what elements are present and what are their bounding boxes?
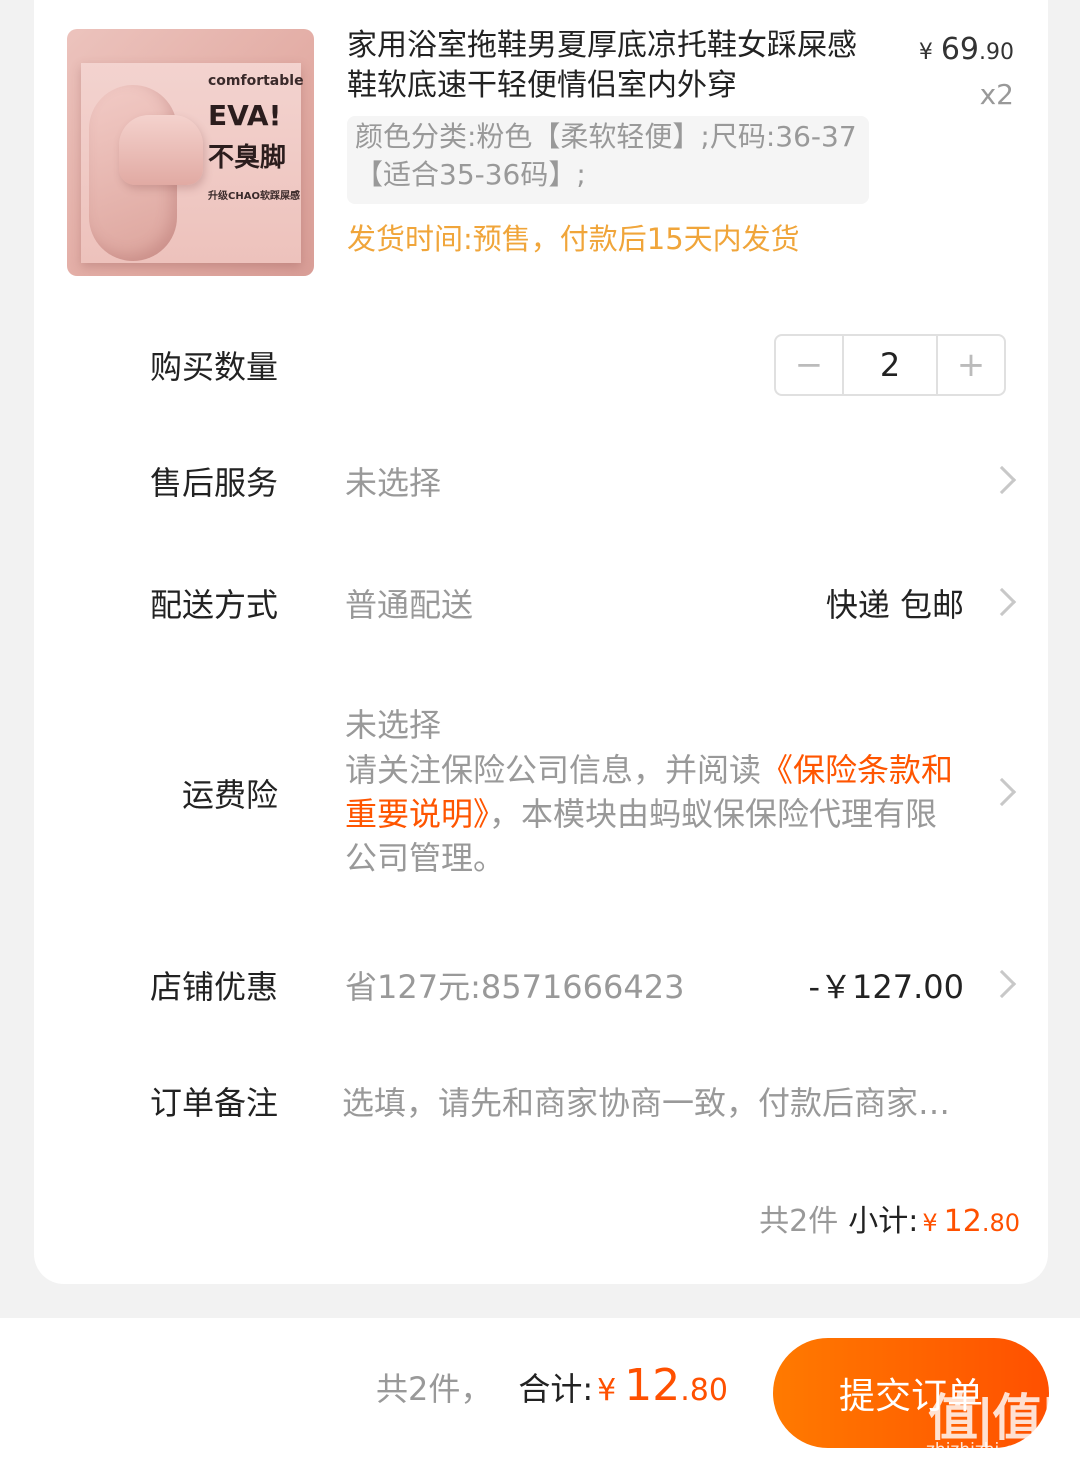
product-image[interactable]: comfortable EVA! 不臭脚 升级CHAO软踩屎感: [67, 29, 314, 276]
slipper-strap-graphic: [119, 115, 203, 185]
subtotal-count: 共2件: [759, 1204, 839, 1239]
total-label: 合计:: [518, 1370, 594, 1408]
shop-discount-label: 店铺优惠: [149, 968, 278, 1006]
delivery-value: 普通配送: [345, 586, 474, 624]
ship-time-notice: 发货时间:预售，付款后15天内发货: [347, 222, 800, 256]
insurance-notice: 请关注保险公司信息，并阅读《保险条款和重要说明》，本模块由蚂蚁保保险代理有限公司…: [345, 748, 965, 880]
price-currency: ¥: [918, 40, 933, 65]
after-sales-label: 售后服务: [149, 464, 278, 502]
product-price: ¥69.90: [919, 32, 1014, 67]
order-total: 共2件， 合计: ¥12.80: [376, 1360, 728, 1411]
decrement-button[interactable]: −: [776, 336, 842, 394]
total-integer: 12: [624, 1360, 681, 1411]
quantity-value[interactable]: 2: [842, 336, 938, 394]
image-text-eva: EVA!: [208, 99, 282, 132]
image-text-slogan: 不臭脚: [208, 143, 287, 173]
subtotal-decimal: .80: [981, 1209, 1020, 1237]
increment-button[interactable]: +: [938, 336, 1004, 394]
delivery-method[interactable]: 快递 包邮: [826, 580, 964, 626]
subtotal-amount: ¥12.80: [918, 1204, 1020, 1239]
delivery-label: 配送方式: [149, 586, 278, 624]
site-watermark-url: zhizhizhi.com: [926, 1440, 1041, 1460]
total-amount: ¥12.80: [593, 1360, 728, 1411]
insurance-chevron-icon[interactable]: [987, 777, 1017, 807]
shop-discount-chevron-icon[interactable]: [987, 969, 1017, 999]
subtotal-integer: 12: [943, 1204, 982, 1239]
product-spec[interactable]: 颜色分类:粉色【柔软轻便】;尺码:36-37【适合35-36码】;: [347, 116, 869, 204]
after-sales-value[interactable]: 未选择: [345, 458, 441, 504]
total-decimal: .80: [680, 1373, 728, 1408]
shop-discount-value: 省127元:8571666423: [345, 968, 685, 1006]
total-currency: ¥: [597, 1373, 617, 1408]
order-note-label: 订单备注: [149, 1084, 278, 1122]
insurance-notice-text: 请关注保险公司信息，并阅读: [345, 751, 762, 789]
order-note-input[interactable]: 选填，请先和商家协商一致，付款后商家…: [342, 1078, 950, 1124]
after-sales-chevron-icon[interactable]: [987, 465, 1017, 495]
image-text-comfortable: comfortable: [208, 73, 304, 89]
product-title[interactable]: 家用浴室拖鞋男夏厚底凉托鞋女踩屎感鞋软底速干轻便情侣室内外穿: [347, 26, 867, 106]
product-quantity: x2: [979, 78, 1014, 111]
insurance-label: 运费险: [181, 776, 278, 814]
quantity-stepper: − 2 +: [774, 334, 1006, 396]
price-integer: 69: [940, 32, 979, 67]
delivery-chevron-icon[interactable]: [987, 587, 1017, 617]
quantity-label: 购买数量: [149, 348, 278, 386]
subtotal-currency: ¥: [922, 1209, 938, 1237]
image-text-tagline: 升级CHAO软踩屎感: [208, 191, 300, 202]
subtotal: 共2件 小计: ¥12.80: [759, 1196, 1020, 1240]
price-decimal: .90: [979, 40, 1014, 65]
shop-discount-amount[interactable]: -￥127.00: [808, 962, 964, 1008]
order-card: comfortable EVA! 不臭脚 升级CHAO软踩屎感 家用浴室拖鞋男夏…: [34, 0, 1048, 1284]
subtotal-label: 小计:: [848, 1204, 919, 1239]
insurance-status[interactable]: 未选择: [345, 700, 441, 746]
total-count: 共2件，: [376, 1370, 493, 1408]
